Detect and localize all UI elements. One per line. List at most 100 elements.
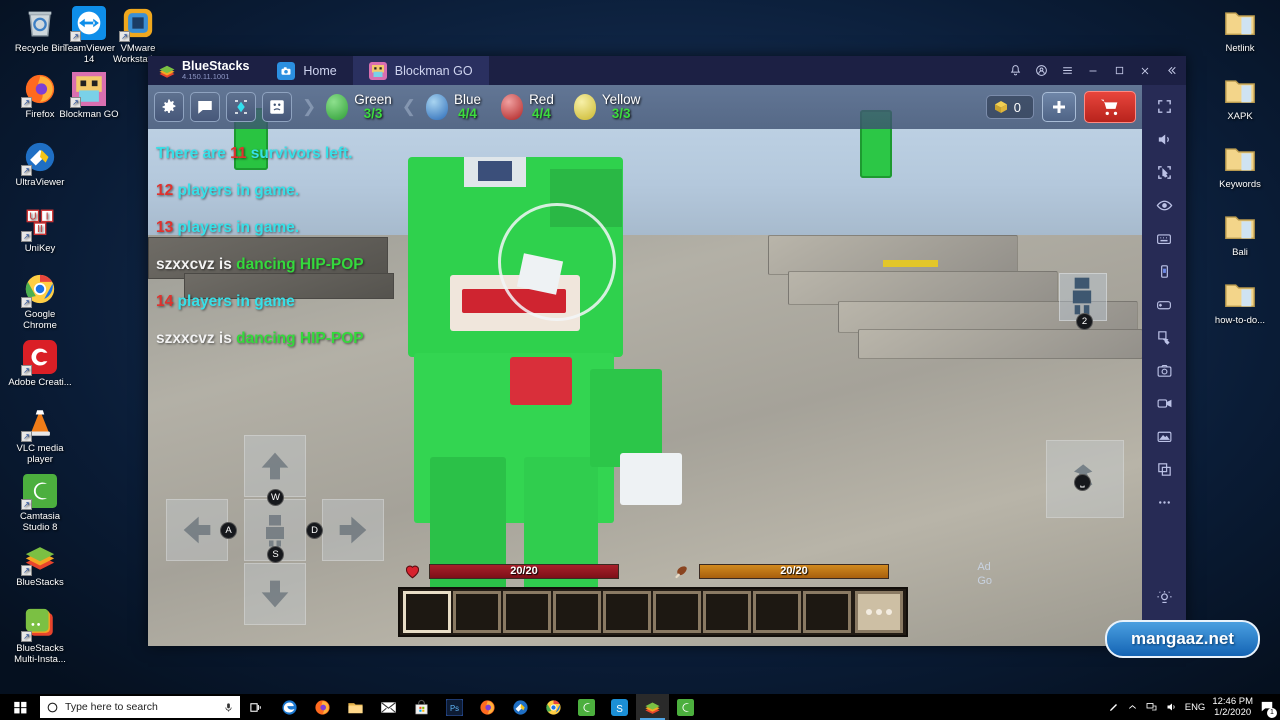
show-hidden-icons-icon[interactable]: [1127, 702, 1138, 713]
game-viewport[interactable]: There are 11 survivors left. 12 players i…: [148, 85, 1142, 646]
network-icon[interactable]: [1145, 701, 1158, 713]
hotbar-slot[interactable]: [703, 591, 751, 633]
taskbar-app-edge[interactable]: [273, 694, 306, 720]
taskbar-app-chrome[interactable]: [537, 694, 570, 720]
taskbar-app-bluestacks[interactable]: [636, 694, 669, 720]
maximize-button[interactable]: [1106, 56, 1132, 85]
phone-rotate-icon[interactable]: [1147, 256, 1181, 287]
start-button[interactable]: [0, 694, 40, 720]
desktop-icon-bluestacks[interactable]: ↗ BlueStacks: [8, 540, 72, 588]
team-red[interactable]: Red 4/4: [491, 93, 564, 121]
svg-text:I: I: [46, 211, 49, 222]
bluestacks-logo[interactable]: BlueStacks 4.150.11.1001: [148, 60, 261, 81]
more-slots-button[interactable]: [855, 591, 903, 633]
gamepad-icon[interactable]: [1147, 289, 1181, 320]
move-left-button[interactable]: [166, 499, 228, 561]
hotbar-slot[interactable]: [453, 591, 501, 633]
windows-taskbar: Type here to search Ps S ENG 12:46 PM 1/2…: [0, 694, 1280, 720]
shop-cart-button[interactable]: [1084, 91, 1136, 123]
desktop-folder-keywords[interactable]: Keywords: [1208, 142, 1272, 190]
menu-icon[interactable]: [1054, 56, 1080, 85]
screenshot-camera-icon[interactable]: [1147, 355, 1181, 386]
language-indicator[interactable]: ENG: [1185, 702, 1206, 713]
inventory-hotbar[interactable]: [398, 587, 908, 637]
move-back-button[interactable]: [244, 563, 306, 625]
more-options-icon[interactable]: [1147, 487, 1181, 518]
brightness-icon[interactable]: [1147, 582, 1181, 613]
target-button[interactable]: [226, 92, 256, 122]
recycle-bin-icon: [23, 6, 57, 40]
team-blue[interactable]: Blue 4/4: [416, 93, 491, 121]
taskbar-app-microsoft-store[interactable]: [405, 694, 438, 720]
hotbar-slot[interactable]: [503, 591, 551, 633]
taskbar-app-file-explorer[interactable]: [339, 694, 372, 720]
add-currency-button[interactable]: [1042, 92, 1076, 122]
hunger-value: 20/20: [780, 565, 808, 577]
taskbar-app-skype[interactable]: S: [603, 694, 636, 720]
microphone-icon[interactable]: [223, 701, 234, 714]
profile-icon[interactable]: [1028, 56, 1054, 85]
desktop-icon-ultraviewer[interactable]: ↗ UltraViewer: [8, 140, 72, 188]
desktop-icon-vlc[interactable]: ↗ VLC media player: [8, 406, 72, 465]
tab-home[interactable]: Home: [261, 56, 352, 85]
vmware-icon: ↗: [119, 6, 155, 42]
action-center-icon[interactable]: 1: [1260, 699, 1277, 718]
desktop-icon-blockman-go[interactable]: ↗ Blockman GO: [57, 72, 121, 120]
screen-record-icon[interactable]: [1147, 388, 1181, 419]
taskbar-app-ultraviewer[interactable]: [504, 694, 537, 720]
close-button[interactable]: [1132, 56, 1158, 85]
hotbar-slot[interactable]: [603, 591, 651, 633]
eye-icon[interactable]: [1147, 190, 1181, 221]
hotbar-slot[interactable]: [753, 591, 801, 633]
team-green[interactable]: Green 3/3: [316, 93, 402, 121]
hotbar-slot[interactable]: [403, 591, 451, 633]
tab-blockman-go[interactable]: Blockman GO: [352, 56, 489, 85]
volume-icon[interactable]: [1165, 701, 1178, 713]
chat-button[interactable]: [190, 92, 220, 122]
hunger-bar: 20/20: [699, 563, 889, 579]
photoshop-icon: Ps: [445, 698, 464, 716]
focus-mode-icon[interactable]: [1147, 157, 1181, 188]
collapse-sidebar-button[interactable]: [1158, 56, 1184, 85]
desktop-folder-how-to-do[interactable]: how-to-do...: [1208, 278, 1272, 326]
move-right-button[interactable]: [322, 499, 384, 561]
search-input[interactable]: Type here to search: [40, 696, 240, 718]
fullscreen-icon[interactable]: [1147, 91, 1181, 122]
keyboard-controls-icon[interactable]: [1147, 223, 1181, 254]
settings-gear-button[interactable]: [154, 92, 184, 122]
hotbar-slot[interactable]: [553, 591, 601, 633]
clock[interactable]: 12:46 PM 1/2/2020: [1212, 696, 1253, 718]
desktop-folder-xapk[interactable]: XAPK: [1208, 74, 1272, 122]
currency-display[interactable]: 0: [985, 95, 1034, 119]
taskbar-app-camtasia[interactable]: [669, 694, 702, 720]
emoji-button[interactable]: [262, 92, 292, 122]
taskbar-app-photoshop[interactable]: Ps: [438, 694, 471, 720]
team-yellow[interactable]: Yellow 3/3: [564, 93, 651, 121]
desktop-icon-camtasia[interactable]: ↗ Camtasia Studio 8: [8, 474, 72, 533]
volume-icon[interactable]: [1147, 124, 1181, 155]
hotbar-slot[interactable]: [803, 591, 851, 633]
move-forward-button[interactable]: [244, 435, 306, 497]
desktop-icon-adobe-cc[interactable]: ↗ Adobe Creati...: [8, 340, 72, 388]
desktop-icon-label: UniKey: [24, 243, 56, 254]
desktop-folder-bali[interactable]: Bali: [1208, 210, 1272, 258]
pen-icon[interactable]: [1108, 701, 1120, 713]
task-view-icon[interactable]: [240, 694, 273, 720]
media-manager-icon[interactable]: [1147, 421, 1181, 452]
blockman-go-icon: ↗: [70, 72, 106, 108]
bluestacks-window[interactable]: BlueStacks 4.150.11.1001 Home Blockman G…: [148, 56, 1186, 646]
minimize-button[interactable]: [1080, 56, 1106, 85]
desktop-folder-netlink[interactable]: Netlink: [1208, 6, 1272, 54]
desktop-icon-chrome[interactable]: ↗ Google Chrome: [8, 272, 72, 331]
notifications-bell-icon[interactable]: [1002, 56, 1028, 85]
desktop-icon-label: XAPK: [1227, 111, 1253, 122]
taskbar-app-mail[interactable]: [372, 694, 405, 720]
taskbar-app-firefox[interactable]: [306, 694, 339, 720]
desktop-icon-unikey[interactable]: U I II ↗ UniKey: [8, 206, 72, 254]
taskbar-app-firefox[interactable]: [471, 694, 504, 720]
taskbar-app-camtasia[interactable]: [570, 694, 603, 720]
macro-recorder-icon[interactable]: [1147, 322, 1181, 353]
desktop-icon-bluestacks-multi[interactable]: ↗ BlueStacks Multi-Insta...: [8, 606, 72, 665]
hotbar-slot[interactable]: [653, 591, 701, 633]
multi-instance-icon[interactable]: [1147, 454, 1181, 485]
